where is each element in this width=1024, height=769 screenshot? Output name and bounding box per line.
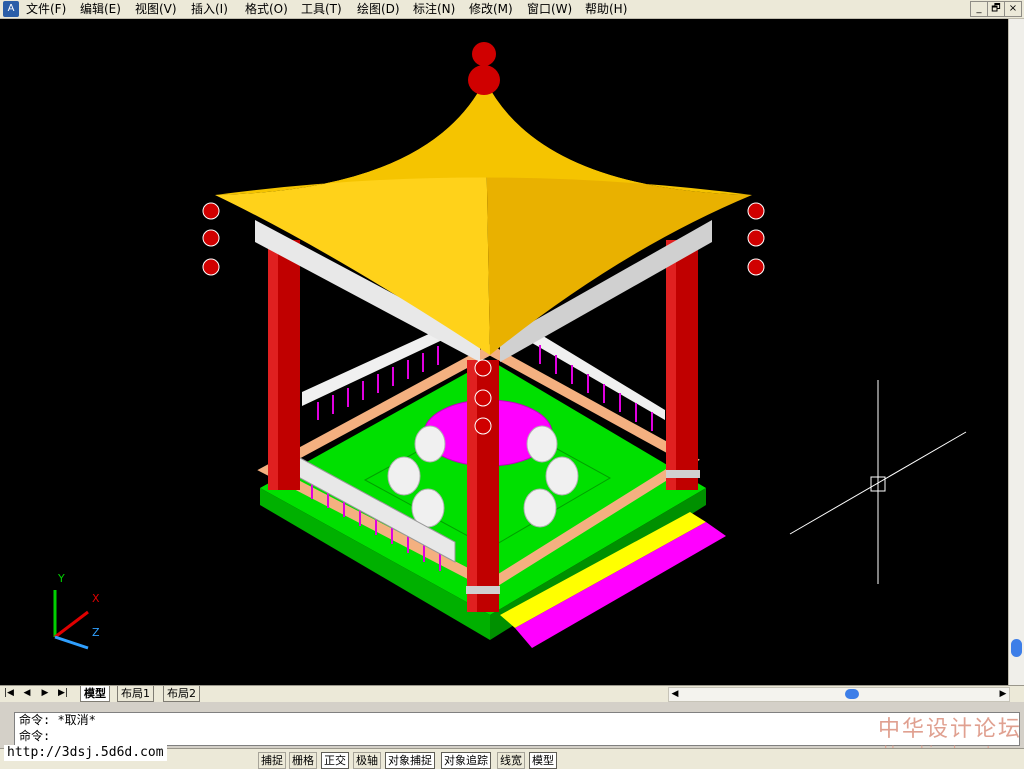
menu-tools[interactable]: 工具(T) bbox=[301, 1, 342, 17]
scroll-left-icon[interactable]: ◀ bbox=[669, 688, 681, 701]
finial-bottom bbox=[468, 65, 500, 95]
ucs-y-label: Y bbox=[57, 572, 65, 585]
status-model-button[interactable]: 模型 bbox=[529, 752, 557, 769]
autocad-icon[interactable]: A bbox=[3, 1, 19, 17]
command-line-2[interactable]: 命令: bbox=[19, 729, 50, 744]
watermark-title: 中华设计论坛 bbox=[878, 717, 1023, 742]
next-tab-button[interactable]: ▶ bbox=[38, 687, 52, 700]
menu-modify[interactable]: 修改(M) bbox=[469, 1, 513, 17]
prev-tab-button[interactable]: ◀ bbox=[20, 687, 34, 700]
tab-layout1[interactable]: 布局1 bbox=[117, 686, 154, 702]
status-polar-button[interactable]: 极轴 bbox=[353, 752, 381, 769]
tab-model[interactable]: 模型 bbox=[80, 686, 110, 702]
first-tab-button[interactable]: |◀ bbox=[2, 687, 16, 700]
vertical-scrollbar[interactable] bbox=[1008, 19, 1024, 685]
menu-window[interactable]: 窗口(W) bbox=[527, 1, 572, 17]
status-lineweight-button[interactable]: 线宽 bbox=[497, 752, 525, 769]
menu-bar: A 文件(F) 编辑(E) 视图(V) 插入(I) 格式(O) 工具(T) 绘图… bbox=[0, 0, 1024, 19]
roof-right bbox=[485, 80, 752, 355]
menu-edit[interactable]: 编辑(E) bbox=[80, 1, 121, 17]
finial-top bbox=[472, 42, 496, 66]
url-overlay: http://3dsj.5d6d.com bbox=[4, 745, 167, 761]
menu-dimension[interactable]: 标注(N) bbox=[413, 1, 455, 17]
roof-left bbox=[215, 80, 490, 355]
close-button[interactable]: × bbox=[1004, 1, 1022, 17]
gazebo-drawing: Y X Z bbox=[53, 42, 967, 650]
command-history[interactable]: 命令: *取消* 命令: bbox=[14, 712, 1020, 746]
vertical-scrollbar-thumb[interactable] bbox=[1011, 639, 1022, 657]
crosshair-cursor bbox=[789, 380, 967, 584]
status-snap-button[interactable]: 捕捉 bbox=[258, 752, 286, 769]
menu-draw[interactable]: 绘图(D) bbox=[357, 1, 400, 17]
ucs-z-label: Z bbox=[92, 626, 100, 639]
menu-view[interactable]: 视图(V) bbox=[135, 1, 177, 17]
minimize-button[interactable]: _ bbox=[970, 1, 988, 17]
horizontal-scrollbar-thumb[interactable] bbox=[845, 689, 859, 699]
ucs-x-label: X bbox=[92, 592, 100, 605]
status-grid-button[interactable]: 栅格 bbox=[289, 752, 317, 769]
status-ortho-button[interactable]: 正交 bbox=[321, 752, 349, 769]
status-osnap-button[interactable]: 对象捕捉 bbox=[385, 752, 435, 769]
menu-file[interactable]: 文件(F) bbox=[26, 1, 66, 17]
scroll-right-icon[interactable]: ▶ bbox=[997, 688, 1009, 701]
layout-tab-strip: |◀ ◀ ▶ ▶| 模型 布局1 布局2 ◀ ▶ bbox=[0, 685, 1024, 702]
horizontal-scrollbar[interactable]: ◀ ▶ bbox=[668, 687, 1010, 702]
restore-button[interactable]: 🗗 bbox=[987, 1, 1005, 17]
command-line-1: 命令: *取消* bbox=[19, 713, 96, 727]
drawing-viewport[interactable]: Y X Z bbox=[0, 19, 1008, 685]
menu-help[interactable]: 帮助(H) bbox=[585, 1, 627, 17]
last-tab-button[interactable]: ▶| bbox=[56, 687, 70, 700]
tab-layout2[interactable]: 布局2 bbox=[163, 686, 200, 702]
command-window: 命令: *取消* 命令: bbox=[0, 707, 1024, 747]
menu-format[interactable]: 格式(O) bbox=[245, 1, 288, 17]
status-otrack-button[interactable]: 对象追踪 bbox=[441, 752, 491, 769]
ucs-icon: Y X Z bbox=[53, 572, 100, 650]
menu-insert[interactable]: 插入(I) bbox=[191, 1, 228, 17]
